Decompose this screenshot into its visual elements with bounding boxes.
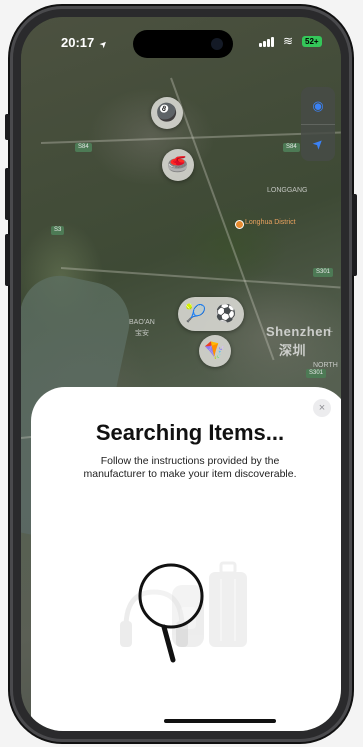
- close-button[interactable]: ×: [313, 399, 331, 417]
- billiard-ball-icon: 🎱: [156, 103, 178, 122]
- sheet-title: Searching Items...: [95, 420, 285, 445]
- kite-icon: 🪁: [204, 341, 226, 360]
- item-pin-billiard-ball[interactable]: 🎱: [151, 97, 183, 129]
- power-button: [352, 194, 357, 276]
- map-label-shenzhen-cn: 深圳: [279, 343, 307, 358]
- camera-icon: [211, 38, 223, 50]
- map-mode-button[interactable]: ◉: [301, 87, 335, 124]
- tennis-ball-icon: 🎾: [185, 304, 207, 323]
- volume-down-button: [5, 234, 10, 286]
- location-services-icon: ➤: [97, 37, 110, 51]
- item-pin-kite[interactable]: 🪁: [199, 335, 231, 367]
- current-location-button[interactable]: ➤: [301, 125, 335, 162]
- status-bar: 20:17 ➤ ≋ 52+: [21, 17, 341, 65]
- status-time: 20:17 ➤: [61, 35, 110, 51]
- wifi-icon: ≋: [283, 34, 294, 48]
- item-pin-curling-stone[interactable]: 🥌: [162, 149, 194, 181]
- poi-marker[interactable]: [235, 220, 244, 229]
- road-shield: S84: [283, 143, 300, 152]
- home-indicator[interactable]: [164, 719, 276, 723]
- soccer-ball-icon: ⚽: [215, 304, 237, 323]
- volume-up-button: [5, 168, 10, 220]
- dynamic-island: [133, 30, 233, 58]
- map-label-shenzhen: Shenzhen: [266, 324, 332, 339]
- close-icon: ×: [318, 402, 326, 414]
- time-text: 20:17: [61, 35, 95, 50]
- sheet-description: Follow the instructions provided by the …: [83, 455, 297, 480]
- road-shield: S84: [75, 143, 92, 152]
- searching-items-sheet: × Searching Items... Follow the instruct…: [31, 387, 341, 731]
- road-shield: S301: [313, 268, 334, 277]
- map-label-edge: L: [329, 327, 333, 334]
- battery-icon: 52+: [302, 36, 322, 47]
- poi-label: Longhua District: [245, 219, 296, 226]
- map-controls: ◉ ➤: [301, 87, 335, 161]
- action-button: [5, 114, 10, 140]
- suitcase-icon: [209, 561, 247, 647]
- globe-icon: ◉: [312, 97, 324, 113]
- map-label-north: NORTH: [313, 362, 338, 369]
- map-label-baoan: BAO'AN: [129, 319, 155, 326]
- item-pin-group[interactable]: 🎾 ⚽: [178, 297, 244, 331]
- road-shield: S301: [306, 369, 327, 378]
- curling-stone-icon: 🥌: [167, 155, 189, 174]
- cellular-signal-icon: [259, 37, 274, 47]
- road-shield: S3: [51, 226, 65, 235]
- searching-illustration: [120, 561, 247, 663]
- map-label-baoan-cn: 宝安: [135, 330, 149, 337]
- map-label-longgang: LONGGANG: [267, 187, 308, 194]
- phone-frame: S84 S84 S3 S301 S301 LONGGANG Longhua Di…: [5, 6, 357, 742]
- screen: S84 S84 S3 S301 S301 LONGGANG Longhua Di…: [21, 17, 341, 731]
- location-arrow-icon: ➤: [308, 133, 327, 153]
